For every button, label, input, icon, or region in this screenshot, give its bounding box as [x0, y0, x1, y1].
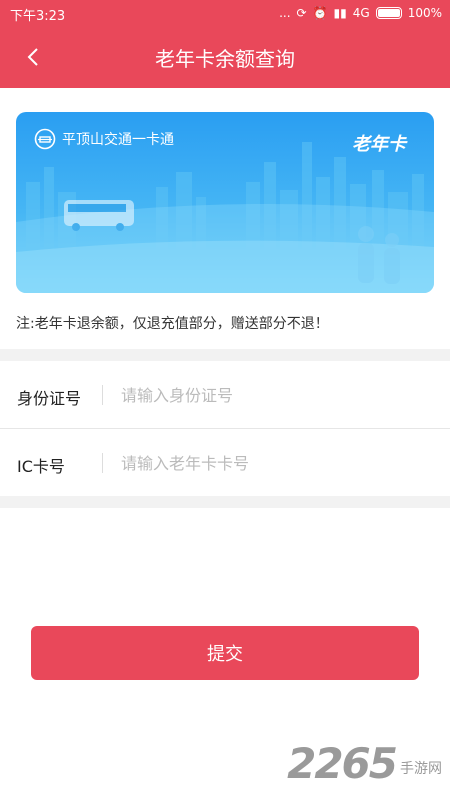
card-brand-name: 平顶山交通一卡通 [62, 132, 174, 148]
senior-card-image: 平顶山交通一卡通 老年卡 [16, 112, 434, 293]
ic-card-row: IC卡号 [0, 429, 450, 497]
refund-note: 注:老年卡退余额，仅退充值部分，赠送部分不退！ [16, 316, 329, 332]
ic-card-label: IC卡号 [17, 457, 65, 476]
submit-button[interactable]: 提交 [31, 626, 419, 680]
field-separator [102, 385, 103, 405]
more-dots-icon: ... [279, 6, 291, 20]
top-bar: 下午3:23 ... ⟳ ⏰ ▮▮ 4G 100% 老年卡余额查询 [0, 0, 450, 88]
ic-card-input[interactable] [121, 447, 421, 479]
field-separator [102, 453, 103, 473]
section-divider [0, 496, 450, 508]
signal-icon: ▮▮ [333, 6, 347, 20]
watermark-number: 2265 [287, 739, 398, 788]
battery-icon [375, 7, 402, 19]
watermark-text: 手游网 [400, 761, 442, 777]
status-time: 下午3:23 [10, 9, 66, 24]
section-divider [0, 349, 450, 361]
nav-bar: 老年卡余额查询 [0, 26, 450, 88]
card-brand: 平顶山交通一卡通 [34, 128, 174, 150]
card-type-label: 老年卡 [352, 134, 406, 155]
page-title: 老年卡余额查询 [155, 47, 295, 71]
transit-logo-icon [34, 128, 56, 150]
battery-level: 100% [407, 6, 442, 20]
alarm-icon: ⏰ [312, 6, 328, 20]
network-type: 4G [352, 6, 370, 20]
id-number-label: 身份证号 [17, 389, 82, 408]
status-bar: 下午3:23 ... ⟳ ⏰ ▮▮ 4G 100% [0, 0, 450, 26]
site-watermark: 2265 手游网 [287, 742, 442, 786]
id-number-row: 身份证号 [0, 361, 450, 429]
status-icons: ... ⟳ ⏰ ▮▮ 4G 100% [279, 4, 442, 22]
sync-icon: ⟳ [296, 6, 307, 20]
id-number-input[interactable] [121, 379, 421, 411]
